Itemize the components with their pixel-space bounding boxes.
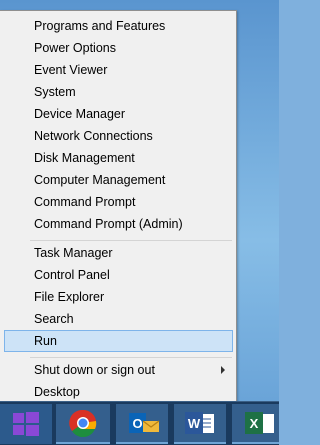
menu-item-computer-management[interactable]: Computer Management bbox=[4, 169, 233, 191]
menu-item-device-manager[interactable]: Device Manager bbox=[4, 103, 233, 125]
submenu-arrow-icon bbox=[221, 366, 225, 374]
word-icon: W bbox=[185, 412, 214, 434]
menu-item-control-panel[interactable]: Control Panel bbox=[4, 264, 233, 286]
menu-item-disk-management[interactable]: Disk Management bbox=[4, 147, 233, 169]
excel-icon: X bbox=[245, 412, 274, 434]
windows-logo-icon bbox=[13, 412, 39, 436]
menu-item-label: Shut down or sign out bbox=[34, 363, 155, 377]
menu-item-command-prompt-admin[interactable]: Command Prompt (Admin) bbox=[4, 213, 233, 235]
menu-separator bbox=[30, 357, 232, 358]
chrome-icon bbox=[69, 409, 97, 438]
outlook-icon: O bbox=[129, 413, 160, 433]
menu-item-task-manager[interactable]: Task Manager bbox=[4, 242, 233, 264]
menu-item-event-viewer[interactable]: Event Viewer bbox=[4, 59, 233, 81]
menu-item-command-prompt[interactable]: Command Prompt bbox=[4, 191, 233, 213]
excel-letter: X bbox=[250, 416, 259, 431]
taskbar: O W X bbox=[0, 401, 279, 445]
taskbar-app-excel[interactable]: X bbox=[232, 404, 279, 444]
menu-item-shut-down-or-sign-out[interactable]: Shut down or sign out bbox=[4, 359, 233, 381]
taskbar-app-outlook[interactable]: O bbox=[116, 404, 168, 444]
menu-item-search[interactable]: Search bbox=[4, 308, 233, 330]
menu-separator bbox=[30, 240, 232, 241]
menu-item-network-connections[interactable]: Network Connections bbox=[4, 125, 233, 147]
menu-item-run[interactable]: Run bbox=[4, 330, 233, 352]
menu-item-power-options[interactable]: Power Options bbox=[4, 37, 233, 59]
menu-item-system[interactable]: System bbox=[4, 81, 233, 103]
menu-item-desktop[interactable]: Desktop bbox=[4, 381, 233, 403]
menu-item-file-explorer[interactable]: File Explorer bbox=[4, 286, 233, 308]
power-user-menu: Programs and Features Power Options Even… bbox=[0, 10, 237, 404]
taskbar-app-chrome[interactable] bbox=[56, 404, 110, 444]
outlook-letter: O bbox=[132, 416, 142, 431]
word-letter: W bbox=[188, 416, 201, 431]
taskbar-app-word[interactable]: W bbox=[174, 404, 226, 444]
start-button[interactable] bbox=[0, 404, 52, 444]
menu-item-programs-and-features[interactable]: Programs and Features bbox=[4, 15, 233, 37]
